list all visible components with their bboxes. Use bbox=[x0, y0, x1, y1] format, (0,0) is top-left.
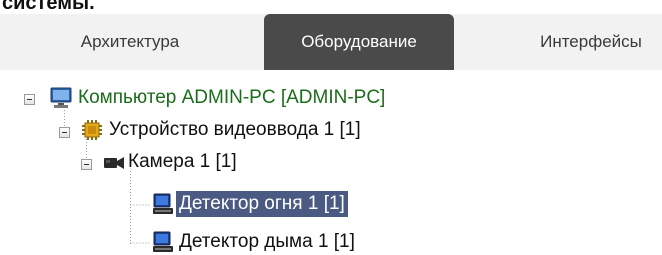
tree-node-fire-detector[interactable]: Детектор огня 1 [1] bbox=[176, 191, 348, 217]
equipment-tree: Компьютер ADMIN-PC [ADMIN-PC] Устройство… bbox=[0, 70, 662, 254]
video-input-collapse-toggle[interactable] bbox=[59, 127, 70, 138]
tab-bar: Архитектура Оборудование Интерфейсы bbox=[0, 14, 662, 70]
camera-collapse-toggle[interactable] bbox=[81, 159, 92, 170]
tab-equipment[interactable]: Оборудование bbox=[264, 14, 454, 70]
camera-icon bbox=[104, 157, 124, 169]
page-heading-fragment: системы. bbox=[2, 0, 95, 14]
tab-interfaces[interactable]: Интерфейсы bbox=[520, 14, 662, 70]
detector-icon bbox=[153, 231, 173, 252]
detector-icon bbox=[153, 193, 173, 214]
tree-node-computer[interactable]: Компьютер ADMIN-PC [ADMIN-PC] bbox=[75, 85, 388, 111]
tree-node-camera[interactable]: Камера 1 [1] bbox=[125, 149, 240, 175]
tree-node-smoke-detector[interactable]: Детектор дыма 1 [1] bbox=[176, 229, 358, 255]
tree-node-video-input[interactable]: Устройство видеоввода 1 [1] bbox=[106, 117, 364, 143]
computer-collapse-toggle[interactable] bbox=[24, 94, 35, 105]
chip-icon bbox=[82, 120, 102, 140]
tab-architecture[interactable]: Архитектура bbox=[50, 14, 210, 70]
monitor-icon bbox=[50, 87, 72, 108]
